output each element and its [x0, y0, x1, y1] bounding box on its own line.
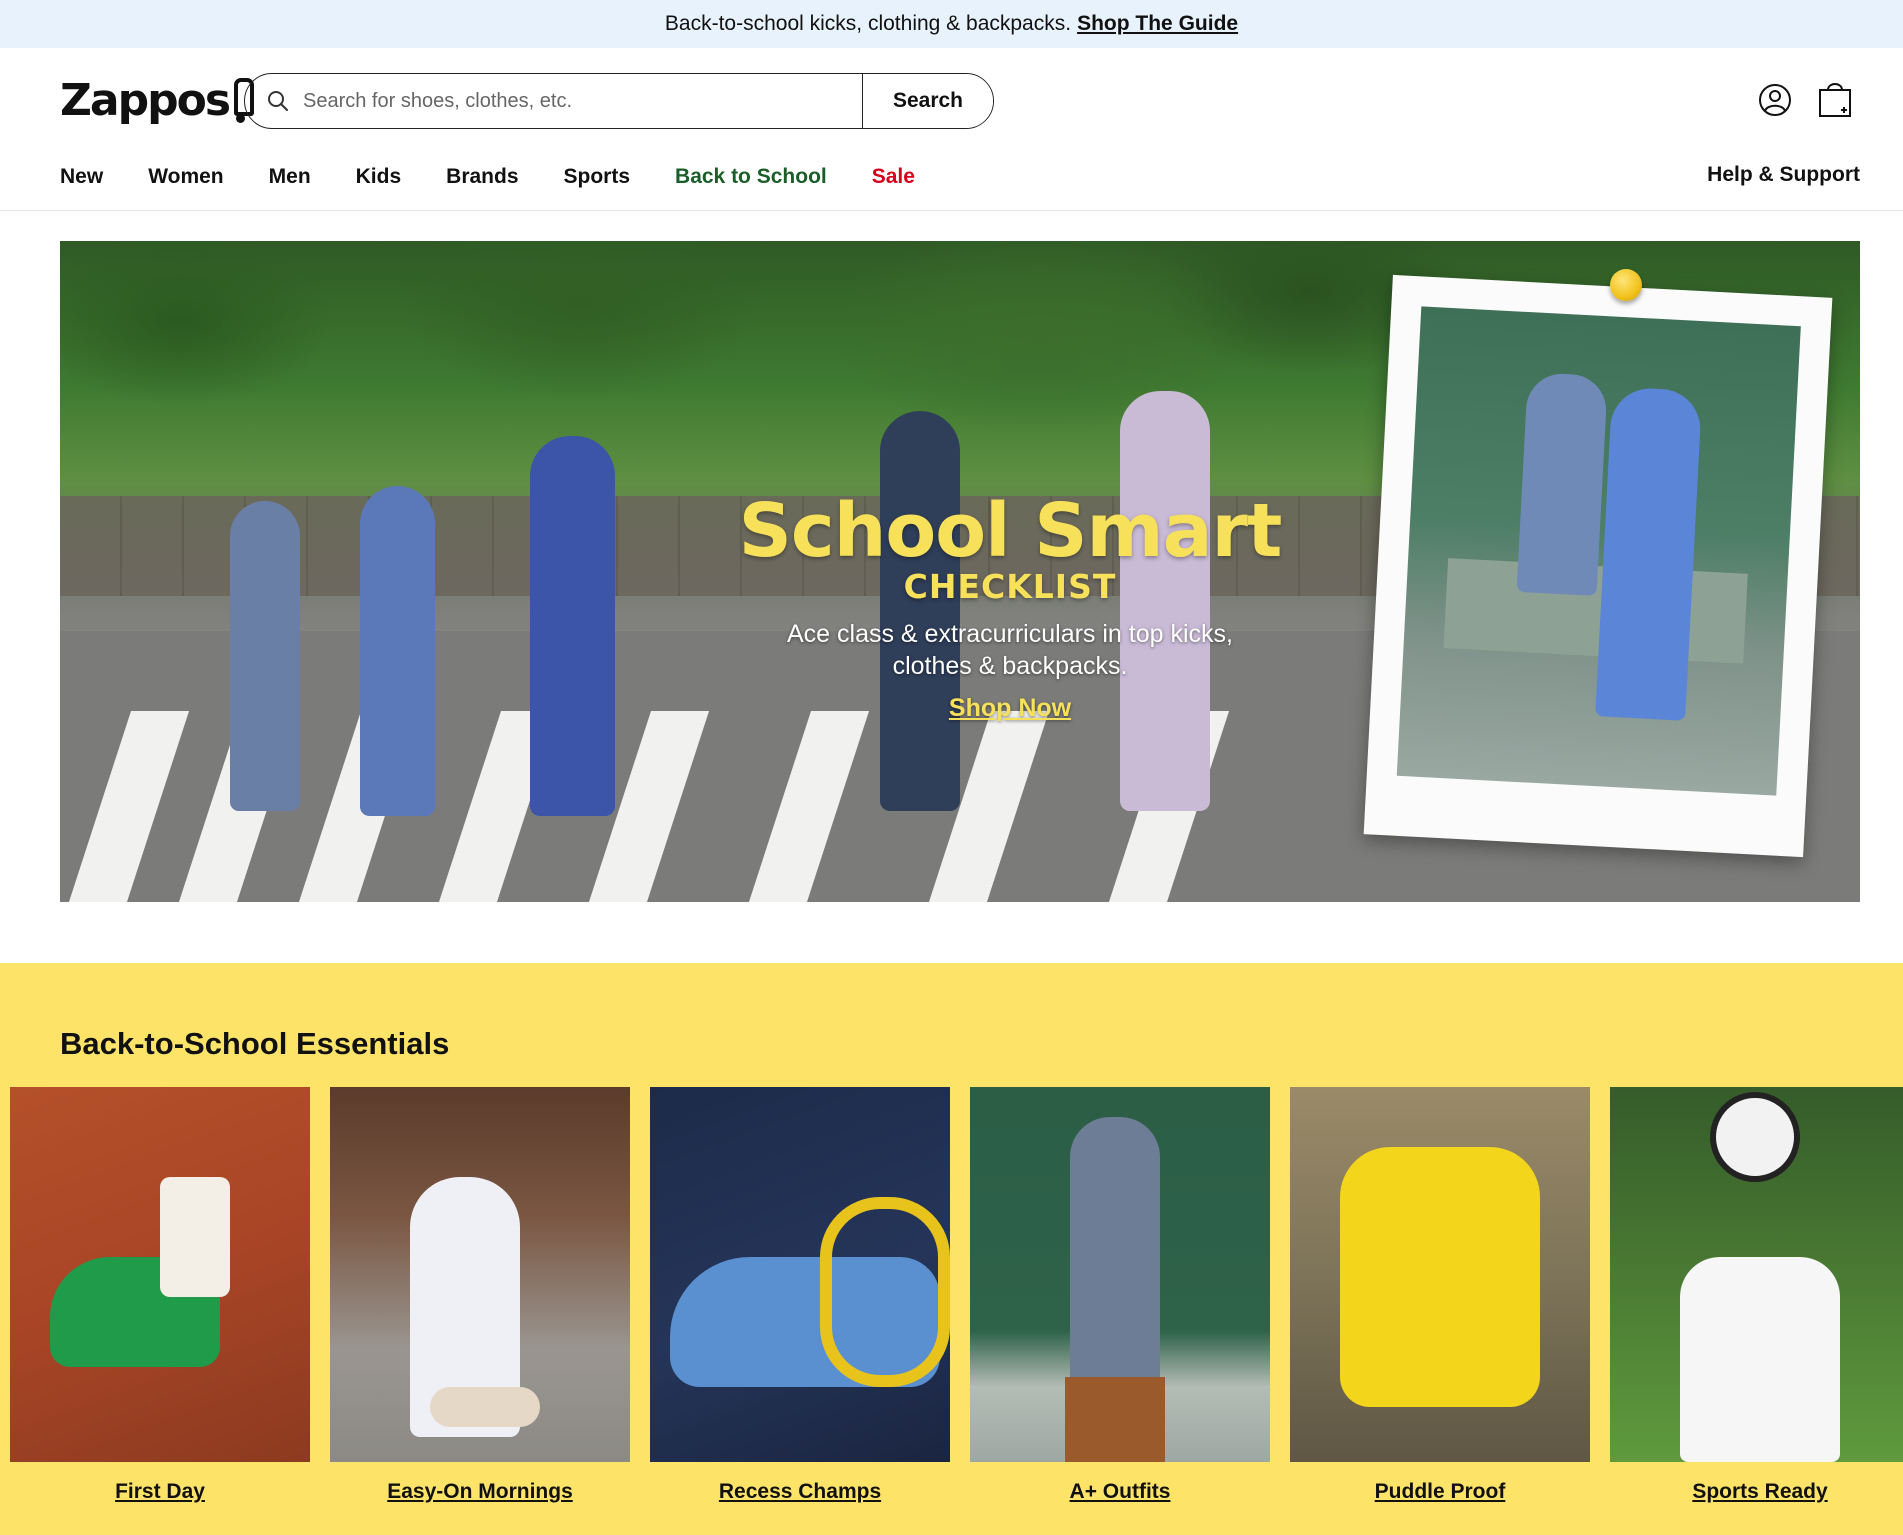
child-figure: [1070, 1117, 1160, 1387]
help-support-link[interactable]: Help & Support: [1707, 163, 1860, 187]
nav-new[interactable]: New: [60, 165, 103, 189]
hero-description-line: clothes & backpacks.: [892, 652, 1128, 680]
search-icon: [245, 74, 295, 128]
card-image: [1290, 1087, 1590, 1462]
category-card-sports-ready[interactable]: Sports Ready: [1610, 1087, 1903, 1504]
category-card-recess-champs[interactable]: Recess Champs: [650, 1087, 950, 1504]
child-figure: [1516, 372, 1608, 596]
nav-brands[interactable]: Brands: [446, 165, 518, 189]
card-image: [650, 1087, 950, 1462]
account-icon[interactable]: [1757, 82, 1793, 118]
playground-bar-shape: [820, 1197, 950, 1387]
stool-shape: [1065, 1377, 1165, 1462]
nav-kids[interactable]: Kids: [356, 165, 402, 189]
category-card-a-plus-outfits[interactable]: A+ Outfits: [970, 1087, 1270, 1504]
nav-women[interactable]: Women: [148, 165, 223, 189]
search-button[interactable]: Search: [862, 74, 993, 128]
soccer-ball-icon: [1710, 1092, 1800, 1182]
hero-description-line: Ace class & extracurriculars in top kick…: [787, 620, 1233, 648]
shop-the-guide-link[interactable]: Shop The Guide: [1077, 12, 1238, 36]
shop-now-link[interactable]: Shop Now: [949, 694, 1071, 723]
promo-text: Back-to-school kicks, clothing & backpac…: [664, 12, 1072, 35]
nav-back-to-school[interactable]: Back to School: [675, 165, 827, 189]
card-label[interactable]: Sports Ready: [1610, 1480, 1903, 1504]
rain-boot-shape: [1340, 1147, 1540, 1407]
child-figure: [230, 501, 300, 811]
site-header: Zappos Search New Women Men Kids: [0, 48, 1903, 211]
card-image: [1610, 1087, 1903, 1462]
hero-description: Ace class & extracurriculars in top kick…: [660, 618, 1360, 682]
nav-sports[interactable]: Sports: [564, 165, 631, 189]
nav-men[interactable]: Men: [269, 165, 311, 189]
hero-text-block: School Smart CHECKLIST Ace class & extra…: [660, 491, 1360, 723]
essentials-section: Back-to-School Essentials First Day Easy…: [0, 963, 1903, 1535]
sock-shape: [160, 1177, 230, 1297]
category-card-easy-on-mornings[interactable]: Easy-On Mornings: [330, 1087, 630, 1504]
card-label[interactable]: Recess Champs: [650, 1480, 950, 1504]
classroom-photo: [1396, 306, 1801, 796]
promo-banner: Back-to-school kicks, clothing & backpac…: [0, 0, 1903, 48]
card-label[interactable]: Easy-On Mornings: [330, 1480, 630, 1504]
card-image: [970, 1087, 1270, 1462]
child-figure: [1680, 1257, 1840, 1462]
child-figure: [1595, 386, 1703, 721]
category-card-row: First Day Easy-On Mornings Recess Champs…: [10, 1087, 1903, 1504]
cart-icon[interactable]: [1815, 78, 1855, 120]
polaroid-photo-frame: [1363, 274, 1833, 858]
push-pin-icon: [1610, 269, 1642, 301]
scooter-shape: [430, 1387, 540, 1427]
card-image: [330, 1087, 630, 1462]
card-label[interactable]: First Day: [10, 1480, 310, 1504]
child-figure: [360, 486, 435, 816]
hero-title: School Smart: [738, 488, 1283, 574]
hero-banner[interactable]: School Smart CHECKLIST Ace class & extra…: [60, 241, 1860, 902]
child-figure: [530, 436, 615, 816]
logo-wordmark: Zappos: [60, 74, 231, 126]
search-bar: Search: [244, 73, 994, 129]
nav-sale[interactable]: Sale: [872, 165, 915, 189]
category-card-puddle-proof[interactable]: Puddle Proof: [1290, 1087, 1590, 1504]
zappos-logo[interactable]: Zappos: [60, 72, 255, 128]
card-image: [10, 1087, 310, 1462]
search-input[interactable]: [295, 74, 862, 128]
card-label[interactable]: A+ Outfits: [970, 1480, 1270, 1504]
main-nav: New Women Men Kids Brands Sports Back to…: [60, 162, 960, 192]
card-label[interactable]: Puddle Proof: [1290, 1480, 1590, 1504]
category-card-first-day[interactable]: First Day: [10, 1087, 310, 1504]
section-title: Back-to-School Essentials: [60, 1026, 450, 1061]
